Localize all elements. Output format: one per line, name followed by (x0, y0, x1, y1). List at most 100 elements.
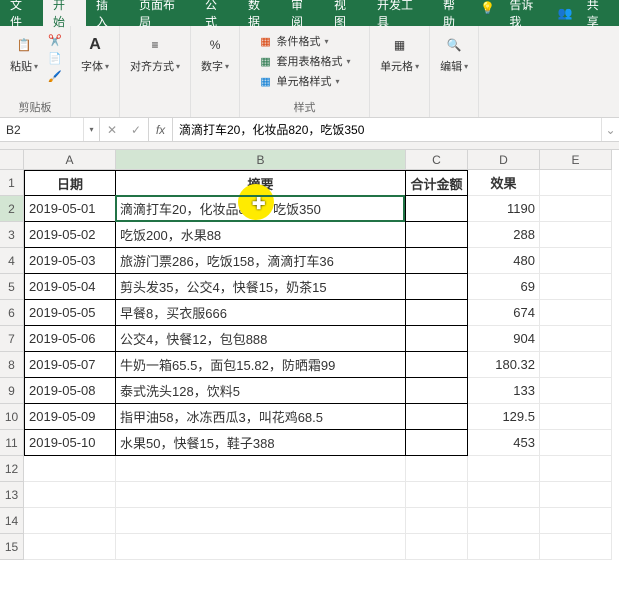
formula-expand-button[interactable]: ⌄ (601, 118, 619, 141)
cell[interactable] (406, 404, 468, 430)
cell[interactable] (540, 248, 612, 274)
cell[interactable] (406, 508, 468, 534)
tab-help[interactable]: 帮助 (433, 0, 476, 26)
cell[interactable] (24, 508, 116, 534)
format-painter-button[interactable]: 🖌️ (46, 68, 64, 84)
select-all-corner[interactable] (0, 150, 24, 170)
cell[interactable] (540, 300, 612, 326)
row-header[interactable]: 11 (0, 430, 24, 456)
cell[interactable]: 泰式洗头128，饮料5 (116, 378, 406, 404)
cell[interactable]: 滴滴打车20，化妆品820，吃饭350 (116, 196, 406, 222)
cell[interactable] (540, 326, 612, 352)
cell[interactable]: 453 (468, 430, 540, 456)
cell[interactable] (540, 508, 612, 534)
cell-style-button[interactable]: ▦单元格样式▾ (257, 72, 353, 90)
cell[interactable] (540, 534, 612, 560)
grid[interactable]: ✚ 日期摘要合计金额效果2019-05-01滴滴打车20，化妆品820，吃饭35… (24, 170, 612, 600)
cell[interactable]: 129.5 (468, 404, 540, 430)
cancel-button[interactable]: ✕ (100, 123, 124, 137)
cell[interactable]: 2019-05-03 (24, 248, 116, 274)
cell[interactable]: 2019-05-10 (24, 430, 116, 456)
cell[interactable] (406, 274, 468, 300)
row-header[interactable]: 7 (0, 326, 24, 352)
cell[interactable] (406, 222, 468, 248)
cell[interactable] (468, 482, 540, 508)
cell[interactable] (406, 378, 468, 404)
cell[interactable]: 2019-05-02 (24, 222, 116, 248)
row-header[interactable]: 4 (0, 248, 24, 274)
cell[interactable]: 2019-05-07 (24, 352, 116, 378)
row-header[interactable]: 10 (0, 404, 24, 430)
cell[interactable] (540, 170, 612, 196)
cell[interactable]: 效果 (468, 170, 540, 196)
confirm-button[interactable]: ✓ (124, 123, 148, 137)
cut-button[interactable]: ✂️ (46, 32, 64, 48)
cell[interactable]: 指甲油58，冰冻西瓜3，叫花鸡68.5 (116, 404, 406, 430)
cell[interactable]: 吃饭200，水果88 (116, 222, 406, 248)
cell[interactable]: 日期 (24, 170, 116, 196)
share-button[interactable]: 共享 (577, 0, 619, 30)
row-header[interactable]: 3 (0, 222, 24, 248)
tab-insert[interactable]: 插入 (86, 0, 129, 26)
cell[interactable] (540, 222, 612, 248)
cell[interactable]: 摘要 (116, 170, 406, 196)
cell[interactable]: 公交4，快餐12，包包888 (116, 326, 406, 352)
cell[interactable] (540, 274, 612, 300)
cells-button[interactable]: ▦ 单元格▾ (376, 32, 423, 76)
col-header-B[interactable]: B (116, 150, 406, 170)
cell[interactable]: 480 (468, 248, 540, 274)
col-header-D[interactable]: D (468, 150, 540, 170)
cell[interactable] (540, 456, 612, 482)
cell[interactable]: 早餐8，买衣服666 (116, 300, 406, 326)
cell[interactable]: 2019-05-01 (24, 196, 116, 222)
tab-home[interactable]: 开始 (43, 0, 86, 26)
tab-view[interactable]: 视图 (324, 0, 367, 26)
cell[interactable]: 2019-05-06 (24, 326, 116, 352)
number-button[interactable]: % 数字▾ (197, 32, 233, 76)
cell[interactable]: 剪头发35，公交4，快餐15，奶茶15 (116, 274, 406, 300)
cell[interactable] (116, 482, 406, 508)
cell[interactable]: 674 (468, 300, 540, 326)
cell[interactable] (406, 196, 468, 222)
edit-button[interactable]: 🔍 编辑▾ (436, 32, 472, 76)
cell[interactable]: 牛奶一箱65.5，面包15.82，防晒霜99 (116, 352, 406, 378)
cell[interactable] (116, 534, 406, 560)
cell[interactable] (540, 196, 612, 222)
fx-icon[interactable]: fx (149, 118, 173, 141)
row-header[interactable]: 15 (0, 534, 24, 560)
tab-review[interactable]: 审阅 (281, 0, 324, 26)
cell[interactable] (24, 534, 116, 560)
cell[interactable] (406, 534, 468, 560)
formula-input[interactable] (173, 118, 601, 141)
tab-layout[interactable]: 页面布局 (129, 0, 195, 26)
cell[interactable] (24, 482, 116, 508)
tell-me[interactable]: 告诉我 (499, 0, 554, 26)
tab-file[interactable]: 文件 (0, 0, 43, 26)
cell[interactable] (468, 508, 540, 534)
cell[interactable] (468, 456, 540, 482)
cell[interactable]: 合计金额 (406, 170, 468, 196)
cell[interactable] (540, 482, 612, 508)
row-header[interactable]: 13 (0, 482, 24, 508)
name-box-dropdown[interactable]: ▾ (83, 118, 99, 141)
cell[interactable] (406, 300, 468, 326)
cell[interactable] (406, 482, 468, 508)
cell[interactable] (24, 456, 116, 482)
cell[interactable] (540, 378, 612, 404)
cell[interactable]: 180.32 (468, 352, 540, 378)
name-box[interactable]: B2 ▾ (0, 118, 100, 141)
cell[interactable]: 1190 (468, 196, 540, 222)
row-header[interactable]: 9 (0, 378, 24, 404)
cell[interactable] (406, 352, 468, 378)
tab-formula[interactable]: 公式 (195, 0, 238, 26)
tab-dev[interactable]: 开发工具 (367, 0, 433, 26)
cell[interactable]: 904 (468, 326, 540, 352)
cell[interactable] (406, 430, 468, 456)
cell[interactable] (540, 352, 612, 378)
cell[interactable]: 69 (468, 274, 540, 300)
cell[interactable]: 水果50，快餐15，鞋子388 (116, 430, 406, 456)
tab-data[interactable]: 数据 (238, 0, 281, 26)
cell[interactable]: 133 (468, 378, 540, 404)
col-header-C[interactable]: C (406, 150, 468, 170)
cell[interactable] (540, 404, 612, 430)
